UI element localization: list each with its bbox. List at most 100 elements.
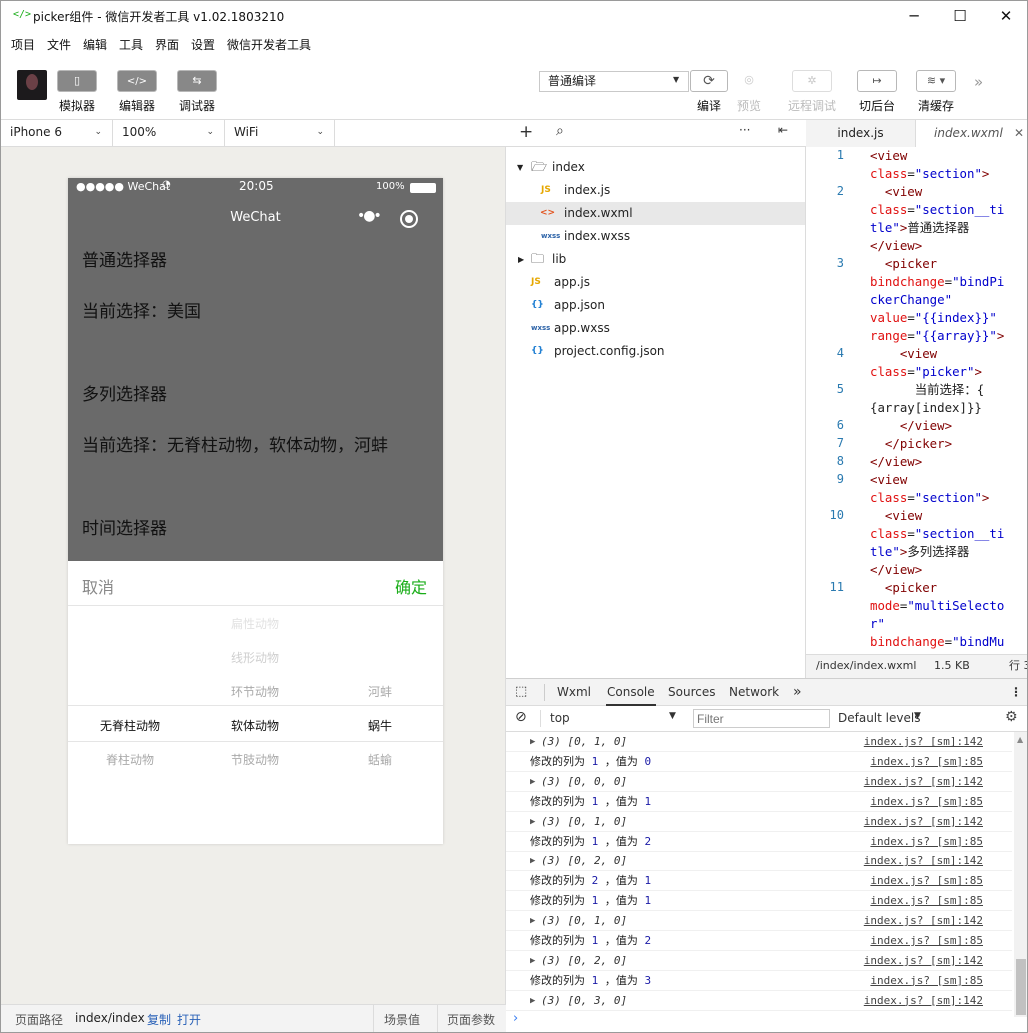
source-link[interactable]: index.js? [sm]:142 [864, 992, 983, 1010]
menu-wechat-devtools[interactable]: 微信开发者工具 [227, 36, 311, 53]
tab-console[interactable]: Console [606, 679, 656, 706]
maximize-button[interactable]: ☐ [937, 1, 983, 32]
console-row[interactable]: ▶ (3) [0, 1, 0] index.js? [sm]:142 [506, 911, 1012, 932]
console-row[interactable]: ▶ (3) [0, 0, 0] index.js? [sm]:142 [506, 772, 1012, 792]
picker-option-selected[interactable]: 软体动物 [205, 717, 305, 734]
tab-wxml[interactable]: Wxml [557, 679, 591, 706]
triangle-right-icon[interactable]: ▶ [530, 773, 535, 791]
multi-picker-value[interactable]: 当前选择：无脊柱动物，软体动物，河蚌 [82, 431, 388, 456]
console-row[interactable]: ▶ (3) [0, 1, 0] index.js? [sm]:142 [506, 812, 1012, 832]
console-scrollbar-thumb[interactable] [1016, 959, 1026, 1015]
tree-file-index-js[interactable]: JS index.js [506, 179, 805, 202]
picker-option[interactable]: 蛞蝓 [330, 751, 430, 768]
tree-file-app-json[interactable]: {} app.json [506, 294, 805, 317]
console-row[interactable]: ▶ (3) [0, 2, 0] index.js? [sm]:142 [506, 951, 1012, 971]
source-link[interactable]: index.js? [sm]:142 [864, 773, 983, 791]
picker-option[interactable]: 线形动物 [205, 649, 305, 666]
close-button[interactable]: ✕ [983, 1, 1027, 32]
source-link[interactable]: index.js? [sm]:142 [864, 733, 983, 751]
menu-tools[interactable]: 工具 [119, 36, 143, 53]
console-row[interactable]: ▶ (3) [0, 2, 0] index.js? [sm]:142 [506, 851, 1012, 872]
minimize-button[interactable]: ─ [891, 1, 937, 32]
debugger-toggle-button[interactable]: ⇆ [177, 70, 217, 92]
scene-button[interactable]: 场景值 [384, 1011, 420, 1028]
triangle-right-icon[interactable]: ▶ [530, 813, 535, 831]
menu-view[interactable]: 界面 [155, 36, 179, 53]
source-link[interactable]: index.js? [sm]:85 [870, 972, 983, 990]
triangle-right-icon[interactable]: ▶ [530, 952, 535, 970]
collapse-panel-icon[interactable]: ⇤ [778, 123, 788, 137]
tab-index-js[interactable]: index.js [806, 120, 916, 147]
triangle-right-icon[interactable]: ▶ [530, 912, 535, 930]
simulator-toggle-button[interactable]: ▯ [57, 70, 97, 92]
device-model-select[interactable]: iPhone 6 ⌄ [1, 120, 113, 146]
source-link[interactable]: index.js? [sm]:85 [870, 833, 983, 851]
source-link[interactable]: index.js? [sm]:85 [870, 932, 983, 950]
source-link[interactable]: index.js? [sm]:142 [864, 912, 983, 930]
source-link[interactable]: index.js? [sm]:85 [870, 892, 983, 910]
scroll-up-icon[interactable]: ▲ [1017, 735, 1023, 744]
picker-option[interactable]: 节肢动物 [205, 751, 305, 768]
tab-index-wxml[interactable]: index.wxml ✕ [916, 120, 1027, 147]
log-levels-select[interactable]: Default levels [838, 711, 920, 725]
more-tools-icon[interactable]: » [974, 73, 983, 91]
tree-file-app-js[interactable]: JS app.js [506, 271, 805, 294]
zoom-select[interactable]: 100% ⌄ [113, 120, 225, 146]
console-row[interactable]: ▶ (3) [0, 3, 0] index.js? [sm]:142 [506, 991, 1012, 1011]
add-file-icon[interactable]: + [519, 122, 533, 142]
source-link[interactable]: index.js? [sm]:85 [870, 753, 983, 771]
close-tab-icon[interactable]: ✕ [1014, 120, 1024, 146]
tree-file-index-wxml[interactable]: <> index.wxml [506, 202, 805, 225]
triangle-right-icon[interactable]: ▶ [530, 992, 535, 1010]
tree-folder-lib[interactable]: ▶ 🗀 lib [506, 248, 805, 271]
tree-file-index-wxss[interactable]: wxss index.wxss [506, 225, 805, 248]
menu-settings[interactable]: 设置 [191, 36, 215, 53]
search-icon[interactable]: ⌕ [556, 123, 564, 139]
compile-mode-select[interactable]: 普通编译 [539, 71, 689, 92]
clear-cache-button[interactable]: ≋ ▾ [916, 70, 956, 92]
source-link[interactable]: index.js? [sm]:85 [870, 793, 983, 811]
tree-folder-index[interactable]: ▼ 🗁 index [506, 156, 805, 179]
normal-picker-value[interactable]: 当前选择：美国 [82, 297, 201, 322]
remote-debug-button[interactable]: ✲ [792, 70, 832, 92]
picker-confirm-button[interactable]: 确定 [395, 574, 427, 598]
tree-file-project-config[interactable]: {} project.config.json [506, 340, 805, 363]
gear-icon[interactable]: ⚙ [1005, 709, 1018, 725]
console-prompt-icon[interactable]: › [513, 1011, 518, 1026]
triangle-right-icon[interactable]: ▶ [530, 733, 535, 751]
more-tabs-icon[interactable]: » [793, 679, 802, 706]
picker-option-selected[interactable]: 无脊柱动物 [80, 717, 180, 734]
menu-project[interactable]: 项目 [11, 36, 35, 53]
close-miniprogram-icon[interactable] [400, 210, 418, 228]
console-row[interactable]: ▶ (3) [0, 1, 0] index.js? [sm]:142 [506, 732, 1012, 752]
preview-button[interactable]: ◎ [730, 70, 768, 92]
source-link[interactable]: index.js? [sm]:142 [864, 952, 983, 970]
picker-option-selected[interactable]: 蜗牛 [330, 717, 430, 734]
copy-path-link[interactable]: 复制 [147, 1011, 171, 1028]
triangle-right-icon[interactable]: ▶ [530, 852, 535, 870]
editor-toggle-button[interactable]: </> [117, 70, 157, 92]
tab-network[interactable]: Network [729, 679, 779, 706]
picker-option[interactable]: 扁性动物 [205, 615, 305, 632]
source-link[interactable]: index.js? [sm]:85 [870, 872, 983, 890]
tree-file-app-wxss[interactable]: wxss app.wxss [506, 317, 805, 340]
page-params-button[interactable]: 页面参数 [447, 1011, 495, 1028]
picker-option[interactable]: 脊柱动物 [80, 751, 180, 768]
more-options-icon[interactable]: ··· [739, 123, 750, 137]
menu-file[interactable]: 文件 [47, 36, 71, 53]
console-filter-input[interactable] [693, 709, 830, 728]
open-path-link[interactable]: 打开 [177, 1011, 201, 1028]
inspect-element-icon[interactable]: ⬚ [515, 684, 527, 699]
tab-sources[interactable]: Sources [668, 679, 715, 706]
network-select[interactable]: WiFi ⌄ [225, 120, 335, 146]
picker-option[interactable]: 河蚌 [330, 683, 430, 700]
code-editor[interactable]: 1 2 3 4 5 6 7 8 9 10 11 <view class="sec… [806, 147, 1027, 654]
clear-console-icon[interactable]: ⊘ [515, 709, 527, 725]
compile-button[interactable]: ⟳ [690, 70, 728, 92]
background-button[interactable]: ↦ [857, 70, 897, 92]
source-link[interactable]: index.js? [sm]:142 [864, 852, 983, 870]
menu-edit[interactable]: 编辑 [83, 36, 107, 53]
more-menu-icon[interactable]: •●• [357, 208, 382, 224]
devtools-menu-icon[interactable]: ⋮ [1010, 679, 1022, 706]
picker-option[interactable]: 环节动物 [205, 683, 305, 700]
